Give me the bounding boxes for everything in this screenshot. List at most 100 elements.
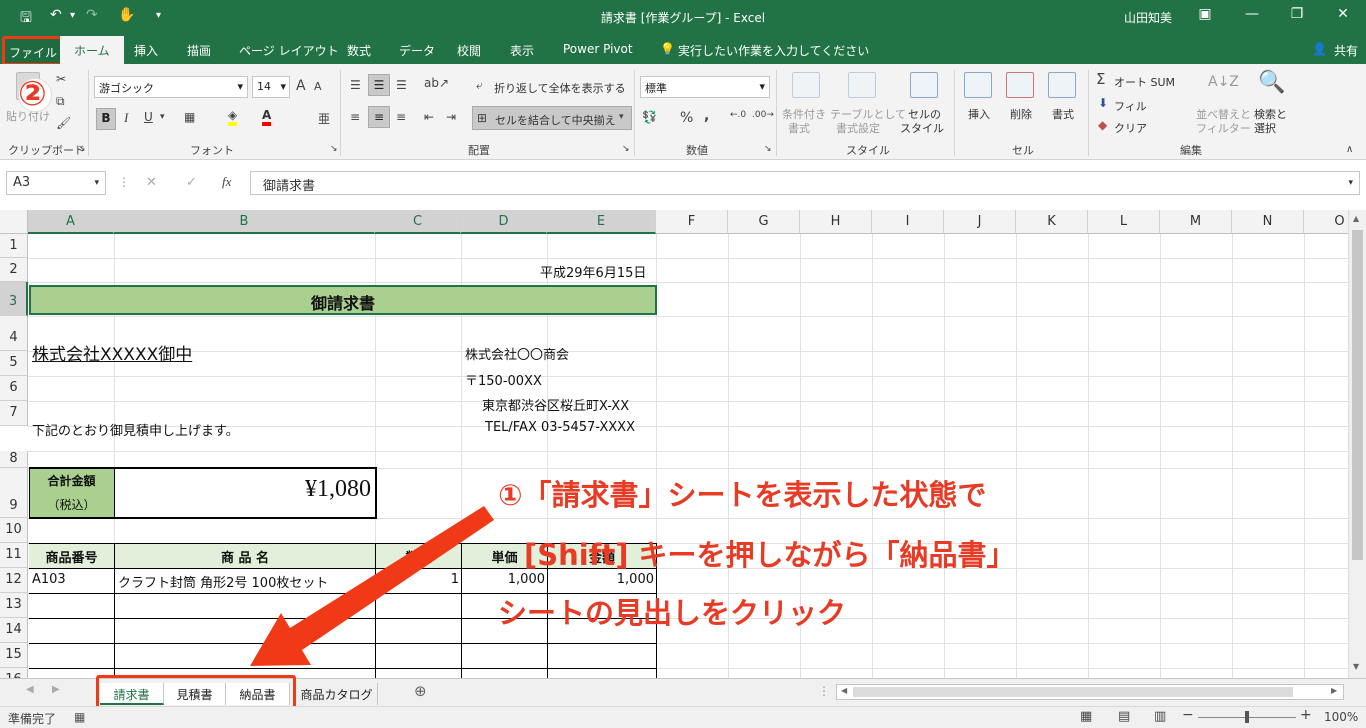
user-name[interactable]: 山田知美 [1124, 9, 1172, 26]
sheet-tab-bar: ◀ ▶ 請求書 見積書 納品書 商品カタログ ⊕ ⋮ ◀ ▶ [0, 675, 1366, 709]
align-middle-icon[interactable]: ☰ [368, 74, 390, 96]
status-ready: 準備完了 [8, 712, 57, 726]
number-format-select[interactable]: 標準 ▾ [640, 76, 770, 98]
tab-formulas[interactable]: 数式 [347, 42, 371, 59]
format-painter-icon[interactable]: 🖌 [56, 116, 71, 130]
decrease-indent-icon[interactable]: ⇤ [424, 110, 434, 124]
step2-marker: ② [18, 74, 47, 114]
ribbon-tabs: ファイル ホーム 挿入 描画 ページ レイアウト 数式 データ 校閲 表示 Po… [0, 34, 1366, 66]
delete-cells-button[interactable]: 削除 [1010, 106, 1032, 122]
normal-view-icon[interactable]: ▦ [1080, 709, 1092, 724]
font-launcher-icon[interactable]: ↘ [330, 144, 338, 154]
increase-decimal-icon[interactable]: ←.0 [730, 110, 746, 120]
align-bottom-icon[interactable]: ☰ [396, 78, 407, 92]
font-name-select[interactable]: 游ゴシック ▾ [94, 76, 248, 98]
fill-button[interactable]: フィル [1114, 98, 1147, 114]
zoom-in-icon[interactable]: + [1300, 707, 1312, 723]
delete-cells-icon [1006, 72, 1034, 98]
share-button[interactable]: 共有 [1334, 42, 1358, 59]
tab-power-pivot[interactable]: Power Pivot [563, 42, 633, 56]
name-box[interactable]: A3 ▾ [6, 171, 106, 195]
horizontal-scrollbar[interactable]: ◀ ▶ [836, 684, 1344, 700]
page-break-view-icon[interactable]: ▥ [1154, 709, 1166, 724]
phonetic-icon[interactable]: 亜 [318, 110, 330, 127]
worksheet-grid[interactable]: ABCDEFGHIJKLMNO 12345678910111213141516 … [0, 210, 1366, 678]
sheet-tabs-highlight [96, 675, 296, 709]
font-group-label: フォント [190, 144, 234, 157]
shrink-font-icon[interactable]: A [314, 80, 322, 93]
horizontal-scroll-thumb[interactable] [853, 687, 1293, 697]
number-launcher-icon[interactable]: ↘ [764, 144, 772, 154]
enter-icon[interactable]: ✓ [186, 175, 197, 190]
grow-font-icon[interactable]: A [296, 78, 306, 94]
underline-button[interactable]: U [144, 110, 153, 124]
conditional-formatting-label2[interactable]: 書式 [788, 120, 810, 136]
zoom-level[interactable]: 100% [1324, 710, 1358, 724]
cell-styles-label2[interactable]: スタイル [900, 120, 944, 136]
collapse-ribbon-icon[interactable]: ∧ [1346, 144, 1353, 155]
tab-split-grip[interactable]: ⋮ [818, 684, 830, 698]
insert-cells-button[interactable]: 挿入 [968, 106, 990, 122]
find-select-label2[interactable]: 選択 [1254, 120, 1276, 136]
tab-insert[interactable]: 挿入 [134, 42, 158, 59]
autosum-button[interactable]: オート SUM [1114, 74, 1175, 90]
tab-draw[interactable]: 描画 [187, 42, 211, 59]
insert-function-icon[interactable]: fx [222, 174, 231, 190]
merge-center-button[interactable]: ⊞ セルを結合して中央揃え ▾ [472, 106, 632, 130]
tab-file[interactable]: ファイル [2, 36, 64, 66]
macro-record-icon[interactable]: ▦ [74, 710, 85, 724]
orientation-icon[interactable]: ab↗ [424, 76, 449, 90]
borders-icon[interactable]: ▦ [184, 110, 195, 124]
format-as-table-label2[interactable]: 書式設定 [836, 120, 880, 136]
font-color-icon[interactable]: A [262, 108, 272, 126]
align-left-icon[interactable]: ≡ [350, 110, 360, 124]
number-group-label: 数値 [686, 144, 708, 157]
formula-input[interactable]: 御請求書 ▾ [250, 171, 1360, 195]
share-icon[interactable]: 👤 [1312, 42, 1327, 56]
fill-color-icon[interactable]: ◈ [228, 108, 238, 126]
restore-icon[interactable]: ❐ [1282, 6, 1312, 22]
accounting-format-icon[interactable]: 💱 [642, 110, 657, 124]
underline-dropdown-icon[interactable]: ▾ [160, 112, 165, 122]
tab-review[interactable]: 校閲 [457, 42, 481, 59]
page-layout-view-icon[interactable]: ▤ [1118, 709, 1130, 724]
align-center-icon[interactable]: ≡ [368, 106, 390, 128]
sheet-tab-catalog[interactable]: 商品カタログ [296, 683, 378, 705]
next-sheet-icon[interactable]: ▶ [52, 684, 60, 695]
close-icon[interactable]: ✕ [1328, 6, 1358, 22]
zoom-slider-thumb[interactable] [1245, 711, 1249, 723]
tab-home[interactable]: ホーム [60, 36, 124, 64]
tab-view[interactable]: 表示 [510, 42, 534, 59]
bold-button[interactable]: B [96, 108, 116, 130]
cut-icon[interactable]: ✂ [56, 72, 66, 86]
percent-style-button[interactable]: % [680, 110, 693, 126]
copy-icon[interactable]: ⧉ [56, 94, 65, 109]
minimize-icon[interactable]: — [1237, 6, 1267, 22]
tell-me-box[interactable]: 実行したい作業を入力してください [678, 42, 869, 59]
ribbon-display-icon[interactable]: ▣ [1190, 6, 1220, 22]
prev-sheet-icon[interactable]: ◀ [26, 684, 34, 695]
font-size-select[interactable]: 14 ▾ [252, 76, 290, 98]
instruction-line2: [Shift] キーを押しながら「納品書」 [524, 538, 1016, 572]
comma-style-button[interactable]: , [704, 108, 709, 124]
clear-button[interactable]: クリア [1114, 120, 1147, 136]
scroll-left-icon[interactable]: ◀ [841, 686, 847, 695]
cancel-icon[interactable]: ✕ [146, 175, 157, 190]
new-sheet-icon[interactable]: ⊕ [414, 682, 427, 700]
align-top-icon[interactable]: ☰ [350, 78, 361, 92]
cell-styles-icon [910, 72, 938, 98]
wrap-text-button[interactable]: 折り返して全体を表示する [494, 80, 626, 96]
italic-button[interactable]: I [124, 110, 128, 126]
zoom-out-icon[interactable]: − [1182, 707, 1194, 723]
sort-filter-label2[interactable]: フィルター [1196, 120, 1251, 136]
clipboard-launcher-icon[interactable]: ↘ [78, 144, 86, 154]
alignment-launcher-icon[interactable]: ↘ [622, 144, 630, 154]
increase-indent-icon[interactable]: ⇥ [446, 110, 456, 124]
tab-data[interactable]: データ [399, 42, 435, 59]
decrease-decimal-icon[interactable]: .00→ [752, 110, 774, 120]
format-cells-button[interactable]: 書式 [1052, 106, 1074, 122]
align-right-icon[interactable]: ≡ [396, 110, 406, 124]
tab-page-layout[interactable]: ページ レイアウト [239, 42, 339, 59]
scroll-right-icon[interactable]: ▶ [1331, 686, 1337, 695]
merge-dropdown-icon[interactable]: ▾ [619, 112, 624, 122]
